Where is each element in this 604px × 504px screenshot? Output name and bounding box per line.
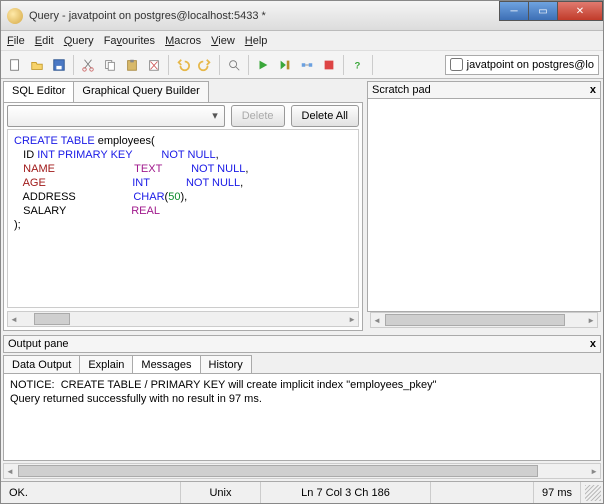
status-time: 97 ms — [534, 482, 581, 503]
toolbar: ? javatpoint on postgres@lo — [1, 51, 603, 79]
tab-sql-editor[interactable]: SQL Editor — [3, 81, 74, 103]
copy-icon[interactable] — [100, 55, 120, 75]
menu-view[interactable]: View — [211, 35, 235, 47]
scratch-pad-body[interactable] — [367, 99, 601, 312]
mid-row: SQL Editor Graphical Query Builder Delet… — [1, 79, 603, 333]
window-title: Query - javatpoint on postgres@localhost… — [29, 10, 266, 22]
menu-macros[interactable]: Macros — [165, 35, 201, 47]
sql-code-area[interactable]: CREATE TABLE employees( ID INT PRIMARY K… — [7, 129, 359, 308]
scratch-horizontal-scrollbar[interactable] — [370, 312, 598, 328]
editor-column: SQL Editor Graphical Query Builder Delet… — [3, 81, 363, 331]
tab-explain[interactable]: Explain — [79, 355, 133, 374]
delete-all-button[interactable]: Delete All — [291, 105, 359, 127]
menu-bar: File Edit Query Favourites Macros View H… — [1, 31, 603, 51]
query-window: Query - javatpoint on postgres@localhost… — [0, 0, 604, 504]
separator — [343, 55, 344, 75]
redo-icon[interactable] — [195, 55, 215, 75]
connection-label: javatpoint on postgres@lo — [467, 59, 594, 71]
execute-pgscript-icon[interactable] — [275, 55, 295, 75]
menu-favourites[interactable]: Favourites — [104, 35, 155, 47]
output-line-1: NOTICE: CREATE TABLE / PRIMARY KEY will … — [10, 379, 437, 391]
separator — [372, 55, 373, 75]
window-buttons: ─ ▭ ✕ — [500, 1, 603, 21]
tab-messages[interactable]: Messages — [132, 355, 200, 374]
open-icon[interactable] — [27, 55, 47, 75]
new-icon[interactable] — [5, 55, 25, 75]
svg-text:?: ? — [355, 60, 361, 71]
scroll-thumb[interactable] — [18, 465, 538, 477]
help-icon[interactable]: ? — [348, 55, 368, 75]
undo-icon[interactable] — [173, 55, 193, 75]
scroll-thumb[interactable] — [385, 314, 565, 326]
separator — [73, 55, 74, 75]
output-pane-title: Output pane — [8, 338, 69, 350]
cut-icon[interactable] — [78, 55, 98, 75]
explain-icon[interactable] — [297, 55, 317, 75]
scratch-pad-title: Scratch pad — [372, 84, 431, 96]
status-ok: OK. — [1, 482, 181, 503]
output-tabs: Data Output Explain Messages History — [1, 353, 603, 374]
title-bar[interactable]: Query - javatpoint on postgres@localhost… — [1, 1, 603, 31]
output-horizontal-scrollbar[interactable] — [3, 463, 601, 479]
resize-grip-icon[interactable] — [585, 485, 601, 501]
menu-edit[interactable]: Edit — [35, 35, 54, 47]
cancel-icon[interactable] — [319, 55, 339, 75]
tab-data-output[interactable]: Data Output — [3, 355, 80, 374]
output-line-2: Query returned successfully with no resu… — [10, 393, 262, 405]
menu-file[interactable]: File — [7, 35, 25, 47]
close-button[interactable]: ✕ — [557, 1, 603, 21]
scratch-column: Scratch pad x — [367, 81, 601, 331]
paste-icon[interactable] — [122, 55, 142, 75]
status-position: Ln 7 Col 3 Ch 186 — [261, 482, 431, 503]
separator — [168, 55, 169, 75]
output-close-icon[interactable]: x — [590, 338, 596, 350]
scratch-close-icon[interactable]: x — [590, 84, 596, 96]
previous-queries-combo[interactable] — [7, 105, 225, 127]
find-icon[interactable] — [224, 55, 244, 75]
output-pane-header[interactable]: Output pane x — [3, 335, 601, 353]
status-bar: OK. Unix Ln 7 Col 3 Ch 186 97 ms — [1, 481, 603, 503]
output-messages-body[interactable]: NOTICE: CREATE TABLE / PRIMARY KEY will … — [3, 373, 601, 461]
clear-icon[interactable] — [144, 55, 164, 75]
save-icon[interactable] — [49, 55, 69, 75]
menu-query[interactable]: Query — [64, 35, 94, 47]
separator — [219, 55, 220, 75]
separator — [248, 55, 249, 75]
delete-button[interactable]: Delete — [231, 105, 285, 127]
status-encoding: Unix — [181, 482, 261, 503]
execute-icon[interactable] — [253, 55, 273, 75]
editor-tabs: SQL Editor Graphical Query Builder — [3, 81, 363, 103]
menu-help[interactable]: Help — [245, 35, 268, 47]
tab-graphical-builder[interactable]: Graphical Query Builder — [73, 81, 208, 103]
scratch-pad-header[interactable]: Scratch pad x — [367, 81, 601, 99]
editor-toolbar: Delete Delete All — [4, 103, 362, 129]
minimize-button[interactable]: ─ — [499, 1, 529, 21]
connection-combo[interactable]: javatpoint on postgres@lo — [445, 55, 599, 75]
scroll-thumb[interactable] — [34, 313, 70, 325]
app-icon — [7, 8, 23, 24]
editor-panel: Delete Delete All CREATE TABLE employees… — [3, 102, 363, 331]
connection-checkbox[interactable] — [450, 58, 463, 71]
maximize-button[interactable]: ▭ — [528, 1, 558, 21]
horizontal-scrollbar[interactable] — [7, 311, 359, 327]
tab-history[interactable]: History — [200, 355, 252, 374]
